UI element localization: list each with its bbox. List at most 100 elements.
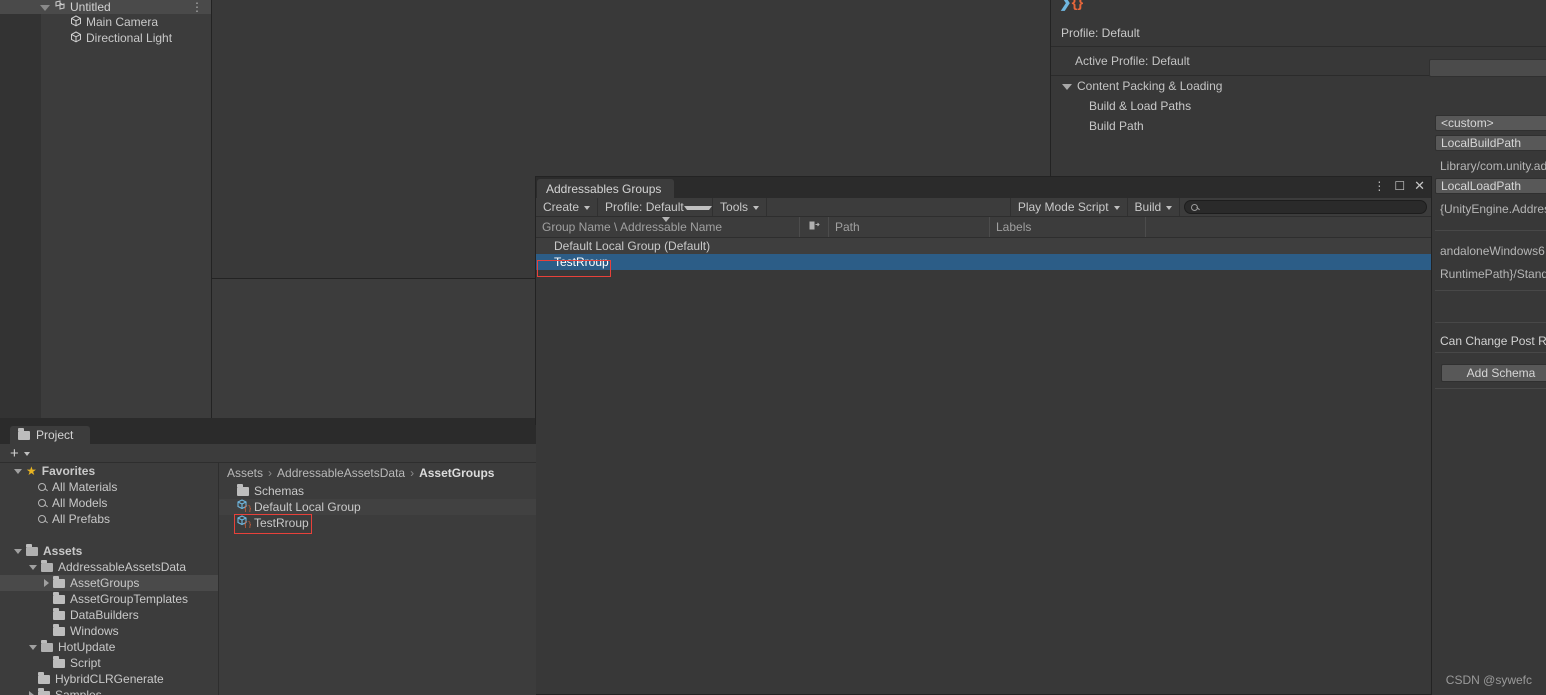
addressables-tab-bar: Addressables Groups ⋮ ☐ ✕ (536, 177, 1431, 198)
project-tree-label: DataBuilders (70, 608, 139, 622)
addressable-group-icon: {} (237, 515, 254, 531)
tab-addressables-groups[interactable]: Addressables Groups (537, 179, 674, 198)
kebab-menu-icon[interactable]: ⋮ (191, 1, 203, 13)
content-packing-label: Content Packing & Loading (1077, 79, 1223, 93)
project-tree-spacer (0, 527, 218, 543)
addressables-group-row[interactable]: Default Local Group (Default) (536, 238, 1431, 254)
folder-open-icon (41, 640, 53, 652)
project-tree-item[interactable]: HybridCLRGenerate (0, 671, 218, 687)
project-tree-item[interactable]: AssetGroups (0, 575, 218, 591)
chevron-down-icon[interactable] (23, 451, 30, 456)
profile-dropdown-button[interactable]: Profile: Default (598, 198, 714, 216)
column-labels[interactable]: Labels (990, 217, 1145, 237)
active-profile-dropdown[interactable] (1429, 59, 1546, 77)
close-icon[interactable]: ✕ (1414, 179, 1425, 192)
addressable-group-icon: {} (237, 499, 254, 515)
hierarchy-item-label: Main Camera (86, 15, 159, 29)
plus-icon[interactable]: + (10, 446, 19, 461)
folder-icon (53, 656, 65, 668)
project-tree-item[interactable]: AssetGroupTemplates (0, 591, 218, 607)
project-tree-item[interactable]: All Models (0, 495, 218, 511)
column-path[interactable]: Path (829, 217, 989, 237)
column-toggle[interactable] (800, 217, 828, 237)
asset-label: Default Local Group (254, 500, 361, 514)
build-dropdown-button[interactable]: Build (1127, 198, 1181, 216)
load-path-runtime-value: RuntimePath}/Stand (1440, 267, 1546, 281)
project-tree-item[interactable]: Assets (0, 543, 218, 559)
build-path-resolved-value: Library/com.unity.addre (1440, 159, 1546, 173)
project-tree-item[interactable]: Samples (0, 687, 218, 695)
chevron-down-icon[interactable] (1062, 84, 1072, 90)
folder-icon (53, 576, 65, 588)
play-mode-script-dropdown-button[interactable]: Play Mode Script (1010, 198, 1128, 216)
project-tree-item[interactable]: Windows (0, 623, 218, 639)
build-load-paths-value[interactable]: <custom> (1435, 115, 1546, 131)
folder-icon (237, 484, 249, 496)
content-packing-foldout[interactable]: Content Packing & Loading (1051, 76, 1546, 96)
asset-list-item[interactable]: {}TestRroup (219, 515, 536, 531)
search-icon (38, 483, 46, 491)
chevron-down-icon[interactable] (14, 548, 22, 554)
hierarchy-scene-header[interactable]: Untitled ⋮ (0, 0, 211, 14)
create-dropdown-button[interactable]: Create (536, 198, 599, 216)
inspector-header-row: ❯{} (1051, 0, 1546, 20)
column-path-label: Path (835, 220, 860, 234)
build-path-platform-value: andaloneWindows6 (1440, 244, 1545, 258)
column-labels-label: Labels (996, 220, 1032, 234)
add-schema-button[interactable]: Add Schema (1441, 364, 1546, 382)
project-tree-item[interactable]: ★ Favorites (0, 463, 218, 479)
breadcrumb-separator: › (268, 466, 273, 480)
folder-icon (18, 428, 30, 440)
search-icon (38, 499, 46, 507)
addressables-group-row[interactable]: TestRroup (536, 254, 1431, 270)
addressables-groups-window: Addressables Groups ⋮ ☐ ✕ Create Profile… (535, 176, 1432, 695)
chevron-down-icon[interactable] (40, 4, 50, 11)
build-path-value[interactable]: LocalBuildPath (1435, 135, 1546, 151)
chevron-down-icon (584, 205, 591, 210)
project-browser: Assets › AddressableAssetsData › AssetGroups… (218, 463, 536, 695)
tools-label: Tools (720, 200, 749, 214)
divider (1435, 230, 1546, 231)
asset-list-item[interactable]: Schemas (219, 483, 536, 499)
sort-ascending-icon (662, 217, 670, 222)
maximize-icon[interactable]: ☐ (1394, 180, 1405, 192)
project-tree-label: Assets (43, 544, 83, 558)
column-group-name[interactable]: Group Name \ Addressable Name (536, 217, 799, 237)
asset-list-item[interactable]: {}Default Local Group (219, 499, 536, 515)
gameobject-cube-icon (70, 14, 82, 30)
chevron-down-icon[interactable] (14, 468, 22, 474)
chevron-right-icon[interactable] (44, 579, 49, 587)
chevron-right-icon[interactable] (29, 691, 34, 695)
project-tree-item[interactable]: Script (0, 655, 218, 671)
chevron-down-icon[interactable] (29, 644, 37, 650)
project-tree-item[interactable]: DataBuilders (0, 607, 218, 623)
window-controls: ⋮ ☐ ✕ (1373, 179, 1425, 192)
search-input[interactable] (1184, 200, 1427, 214)
tools-dropdown-button[interactable]: Tools (713, 198, 768, 216)
chevron-down-icon[interactable] (29, 564, 37, 570)
project-tree-item[interactable]: AddressableAssetsData (0, 559, 218, 575)
project-tree-label: HotUpdate (58, 640, 116, 654)
addressables-column-header: Group Name \ Addressable Name Path Label… (536, 217, 1431, 238)
hierarchy-panel: Untitled ⋮ Main Camera Directional Light (0, 0, 211, 418)
addressables-empty-area (536, 270, 1431, 495)
kebab-menu-icon[interactable]: ⋮ (1373, 180, 1385, 192)
profile-label: Profile: Default (605, 200, 684, 214)
tab-project[interactable]: Project (10, 426, 90, 444)
prop-build-load-paths-label: Build & Load Paths (1089, 99, 1192, 113)
breadcrumb-item[interactable]: Assets (227, 466, 263, 480)
breadcrumb-item[interactable]: AddressableAssetsData (277, 466, 405, 480)
load-path-value[interactable]: LocalLoadPath (1435, 178, 1546, 194)
load-path-resolved-value: {UnityEngine.Addressab (1440, 202, 1546, 216)
inspector-profile-title: Profile: Default (1061, 26, 1140, 40)
project-tree-item[interactable]: HotUpdate (0, 639, 218, 655)
project-tree-item[interactable]: All Prefabs (0, 511, 218, 527)
chevron-down-icon (1113, 205, 1120, 210)
asset-label: TestRroup (254, 516, 309, 530)
asset-list: Schemas{}Default Local Group{}TestRroup (219, 483, 536, 531)
project-tree-item[interactable]: All Materials (0, 479, 218, 495)
create-label: Create (543, 200, 580, 214)
folder-icon (53, 592, 65, 604)
svg-text:{}: {} (244, 522, 252, 528)
breadcrumb-item[interactable]: AssetGroups (419, 466, 494, 480)
